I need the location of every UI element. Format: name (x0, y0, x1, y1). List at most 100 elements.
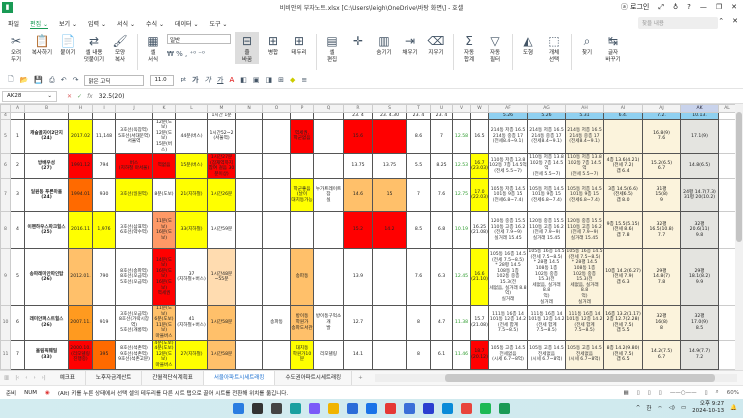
cell[interactable]: 23. 4 (343, 112, 373, 120)
cell[interactable]: 16.5 (470, 118, 489, 155)
cell[interactable]: 4분(도보) 4분(도보) 12분(도보) 마을버스 (152, 339, 176, 370)
taskbar-app-icon[interactable] (461, 403, 472, 414)
menu-file[interactable]: 파일 (8, 19, 19, 28)
cell[interactable] (262, 153, 291, 180)
cell[interactable]: 105동 저층 14.5 101동 9층 15 (전세6.8~7.4) (527, 178, 566, 213)
cell[interactable]: 6.1 (430, 339, 453, 370)
column-header[interactable]: J (115, 104, 153, 113)
comma-button[interactable]: , (185, 50, 187, 58)
ribbon-button-4[interactable]: 🖌 모양 복사 (108, 32, 132, 64)
cell[interactable] (718, 305, 735, 341)
ribbon-button-6[interactable]: ⊟ 줄 바꿈 (235, 32, 259, 64)
cell[interactable]: 120동 중층 15.5 110동 고층 16.2 (전세 7.9~9) 실거래… (527, 211, 566, 250)
cell[interactable]: 1,976 (92, 211, 116, 250)
cell[interactable]: 14분(도보) 16분(도보) 16분(도보) 역세권 (152, 248, 176, 307)
cell[interactable] (262, 339, 291, 370)
prev-sheet-icon[interactable]: ‹ (25, 375, 27, 381)
cell[interactable]: 3호선(옥잠역) 5호선(서대문역) 서울역 (115, 118, 153, 155)
cell[interactable]: 794 (92, 153, 116, 180)
cell[interactable]: 3 (10, 178, 25, 213)
cell[interactable]: 41 (지하철+버스) (175, 305, 208, 341)
cell[interactable]: 37 (지하철+버스) (175, 248, 208, 307)
cell[interactable]: 15분(버스) (175, 153, 208, 180)
cell[interactable] (92, 112, 116, 120)
cell[interactable]: 14.1 (343, 339, 373, 370)
cell[interactable]: 일원동 푸른마을 (24) (24, 178, 69, 213)
bold-button[interactable]: 가 (192, 75, 198, 85)
taskbar-app-icon[interactable] (271, 403, 282, 414)
cell[interactable]: 7 (10, 339, 25, 370)
cell[interactable] (313, 248, 344, 307)
cell[interactable]: 11분(도보) 16분(도보) (152, 211, 176, 250)
cell[interactable]: 역없음 (152, 153, 176, 180)
ribbon-button-0[interactable]: ✂ 오려 두기 (4, 32, 28, 64)
taskbar-app-icon[interactable] (366, 403, 377, 414)
zoom-out-icon[interactable]: ▯ (659, 390, 662, 396)
last-sheet-icon[interactable]: ›| (42, 375, 46, 381)
cell[interactable]: 12.7 (343, 305, 373, 341)
cell[interactable]: 15.6 (343, 118, 373, 155)
column-header[interactable] (0, 104, 11, 113)
tray-chevron-icon[interactable]: ^ (636, 405, 641, 411)
row-header[interactable]: 7 (0, 178, 11, 213)
cell[interactable]: 12.53 (452, 153, 471, 180)
cell[interactable]: 1시간 1분 (207, 112, 236, 120)
first-sheet-icon[interactable]: |‹ (15, 375, 19, 381)
cell[interactable] (372, 305, 407, 341)
taskbar-app-icon[interactable] (480, 403, 491, 414)
cell[interactable]: 역세권, 학군없음 (290, 118, 314, 155)
cell[interactable] (235, 211, 263, 250)
cell[interactable]: 1시간58분 (207, 339, 236, 370)
cell[interactable]: 7 (406, 178, 431, 213)
tab-list-icon[interactable]: ▥ (4, 375, 9, 381)
menu-edit[interactable]: 편집 ⌄ (30, 19, 49, 29)
help-icon[interactable]: ? (687, 3, 691, 11)
ribbon-button-9[interactable]: ▤ 셀 편집 (320, 32, 344, 64)
cell[interactable] (313, 112, 344, 120)
cell[interactable] (603, 118, 643, 155)
cell[interactable]: 12.58 (452, 118, 471, 155)
cell[interactable]: 1 (10, 118, 25, 155)
cell[interactable]: 학군좋음 (날이 대치동가능 (290, 178, 314, 213)
column-header[interactable]: K (152, 104, 176, 113)
column-header[interactable]: AF (488, 104, 528, 113)
cell[interactable]: 27(지하철) (175, 339, 208, 370)
cell[interactable] (718, 118, 735, 155)
cell[interactable]: 14.9(7.7) 7.2 (680, 339, 719, 370)
cell[interactable] (235, 112, 263, 120)
spreadsheet-grid[interactable]: A B H I J K L M N O P Q R S T U V W AF AG AH AI AJ AK AL 4 1시간 1분 2… (0, 104, 735, 370)
cell[interactable]: 8 (406, 305, 431, 341)
cell[interactable]: 6 (10, 305, 25, 341)
cell[interactable]: 214동 저층 16.5 214동 중층 17 (전세8.4~9.1) (527, 118, 566, 155)
taskbar-app-icon[interactable] (423, 403, 434, 414)
cell[interactable]: 110동 저층 13.8 102동 7층 14.5억 (전세 5.5~7) (527, 153, 566, 180)
ime-indicator[interactable]: 한 (646, 404, 651, 412)
new-doc-icon[interactable]: 🗋 (8, 75, 14, 86)
cell[interactable] (313, 153, 344, 180)
cell[interactable]: 8.25 (430, 153, 453, 180)
cell[interactable]: 29평 18.1(8.2) 9.9 (680, 248, 719, 307)
menu-formula[interactable]: 수식 ⌄ (146, 19, 164, 28)
percent-button[interactable]: % (176, 50, 183, 58)
cell[interactable]: 18.7 (20.12) (470, 339, 489, 370)
align-left-icon[interactable]: ◧ (240, 76, 247, 84)
cell[interactable]: 2016.11 (68, 211, 93, 250)
column-header[interactable]: P (290, 104, 314, 113)
column-header[interactable]: U (430, 104, 453, 113)
column-header[interactable]: M (207, 104, 236, 113)
cell[interactable]: 105동 16층 14.5 (전세 7.5~8.5) * 28평 14.5 10… (565, 248, 604, 307)
cell[interactable] (313, 211, 344, 250)
cell[interactable]: 캐슬골자이2단지 (24) (24, 118, 69, 155)
cell[interactable] (262, 211, 291, 250)
cell[interactable]: 105동 고층 14.5 전세없음 (시세 6.7~8억) (488, 339, 528, 370)
font-color-icon[interactable]: A (229, 76, 234, 84)
cell[interactable]: 리모델링 (313, 339, 344, 370)
cell[interactable] (175, 112, 208, 120)
cell[interactable] (470, 112, 489, 120)
column-header[interactable]: N (235, 104, 263, 113)
cell[interactable] (262, 178, 291, 213)
cell[interactable]: 6.8 (430, 211, 453, 250)
column-header[interactable]: S (372, 104, 407, 113)
cell[interactable]: 1시간26분 (207, 178, 236, 213)
cell[interactable]: 105동 저층 14.5 101동 9층 15 (전세6.8~7.4) (488, 178, 528, 213)
